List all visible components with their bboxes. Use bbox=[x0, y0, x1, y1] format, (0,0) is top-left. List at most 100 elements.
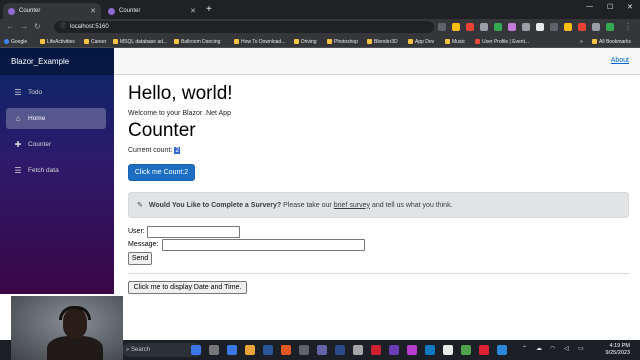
site-info-icon[interactable]: ⓘ bbox=[60, 21, 66, 33]
home-icon: ⌂ bbox=[15, 114, 21, 123]
search-icon: ⌕ bbox=[126, 347, 130, 353]
taskbar-app-icon[interactable] bbox=[191, 345, 201, 355]
taskbar-app-icon[interactable] bbox=[299, 345, 309, 355]
bookmark-item[interactable]: User Profile | Event... bbox=[475, 37, 529, 46]
bookmark-item[interactable]: Ballroom Dancing bbox=[174, 37, 220, 46]
bookmark-item[interactable]: MSQL database ad... bbox=[113, 37, 167, 46]
volume-icon[interactable]: ◁ bbox=[564, 345, 569, 352]
send-button[interactable]: Send bbox=[128, 252, 152, 265]
taskbar-app-icon[interactable] bbox=[479, 345, 489, 355]
sidebar-item-label: Counter bbox=[28, 141, 52, 148]
taskbar-app-icon[interactable] bbox=[407, 345, 417, 355]
bookmark-item[interactable]: Google bbox=[4, 37, 27, 46]
folder-icon bbox=[234, 39, 239, 44]
message-input[interactable] bbox=[162, 239, 365, 251]
cloud-icon[interactable]: ☁ bbox=[536, 345, 542, 352]
extension-icon[interactable] bbox=[592, 23, 600, 31]
bookmark-item[interactable]: Music bbox=[445, 37, 465, 46]
close-tab-icon[interactable]: ✕ bbox=[90, 7, 96, 15]
extension-icon[interactable] bbox=[522, 23, 530, 31]
forward-arrow-icon[interactable]: → bbox=[20, 21, 28, 33]
taskbar-app-icon[interactable] bbox=[281, 345, 291, 355]
bookmark-item[interactable]: Driving bbox=[294, 37, 317, 46]
taskbar-app-icon[interactable] bbox=[317, 345, 327, 355]
page-title: Hello, world! bbox=[128, 83, 233, 104]
taskbar-app-icon[interactable] bbox=[389, 345, 399, 355]
chevron-up-icon[interactable]: ⌃ bbox=[522, 345, 527, 352]
network-icon[interactable]: ◠ bbox=[550, 345, 555, 352]
taskbar-app-icon[interactable] bbox=[443, 345, 453, 355]
taskbar-clock[interactable]: 4:19 PM 9/25/2023 bbox=[590, 343, 630, 357]
survey-title: Would You Like to Complete a Survery? bbox=[148, 201, 282, 209]
user-label: User: bbox=[128, 228, 145, 235]
taskbar-app-icon[interactable] bbox=[245, 345, 255, 355]
bookmarks-bar: Google LifeActivities Career MSQL databa… bbox=[0, 35, 640, 48]
taskbar-search[interactable]: ⌕ Search bbox=[122, 343, 202, 357]
taskbar-app-icon[interactable] bbox=[425, 345, 435, 355]
extension-icon[interactable] bbox=[508, 23, 516, 31]
bookmark-item[interactable]: App Dev bbox=[408, 37, 434, 46]
brief-survey-link[interactable]: brief survey bbox=[334, 202, 370, 209]
bookmark-item[interactable]: Photoshop bbox=[327, 37, 358, 46]
taskbar-app-icon[interactable] bbox=[227, 345, 237, 355]
folder-icon bbox=[40, 39, 45, 44]
user-input[interactable] bbox=[147, 226, 240, 238]
survey-text: and tell us what you think. bbox=[371, 201, 453, 209]
taskbar-search-label: Search bbox=[131, 347, 151, 353]
browser-tab[interactable]: Counter ✕ bbox=[103, 3, 201, 19]
close-tab-icon[interactable]: ✕ bbox=[190, 7, 196, 15]
folder-icon bbox=[408, 39, 413, 44]
browser-menu-icon[interactable]: ⋮ bbox=[624, 21, 632, 33]
taskbar-app-icon[interactable] bbox=[371, 345, 381, 355]
reload-icon[interactable]: ↻ bbox=[34, 21, 41, 33]
taskbar-app-icon[interactable] bbox=[335, 345, 345, 355]
list-icon: ☰ bbox=[14, 88, 22, 97]
sidebar-item-todo[interactable]: ☰ Todo bbox=[6, 82, 106, 103]
taskbar-app-icon[interactable] bbox=[497, 345, 507, 355]
taskbar-app-icon[interactable] bbox=[263, 345, 273, 355]
extension-icon[interactable] bbox=[438, 23, 446, 31]
sidebar-item-fetch-data[interactable]: ☰ Fetch data bbox=[6, 160, 106, 181]
battery-icon[interactable]: ▭ bbox=[578, 345, 584, 352]
headphones bbox=[59, 306, 91, 320]
bookmark-item[interactable]: LifeActivities bbox=[40, 37, 75, 46]
bookmark-item[interactable]: How To Download... bbox=[234, 37, 285, 46]
display-date-time-button[interactable]: Click me to display Date and Time. bbox=[128, 281, 247, 294]
extension-icon[interactable] bbox=[536, 23, 544, 31]
taskbar-app-icon[interactable] bbox=[209, 345, 219, 355]
profile-avatar-icon[interactable] bbox=[606, 23, 614, 31]
bookmark-star-icon[interactable] bbox=[480, 23, 488, 31]
sidebar-item-counter[interactable]: ✚ Counter bbox=[6, 134, 106, 155]
zoom-icon[interactable] bbox=[452, 23, 460, 31]
maximize-button[interactable]: ☐ bbox=[607, 3, 613, 11]
browser-tab[interactable]: Counter ✕ bbox=[3, 3, 101, 19]
message-label: Message: bbox=[128, 241, 159, 248]
app-brand[interactable]: Blazor_Example bbox=[11, 57, 69, 66]
extensions-puzzle-icon[interactable] bbox=[564, 23, 572, 31]
counter-heading: Counter bbox=[128, 120, 196, 141]
share-icon[interactable] bbox=[466, 23, 474, 31]
address-url: localhost:5160 bbox=[70, 24, 109, 30]
taskbar-app-icon[interactable] bbox=[353, 345, 363, 355]
webcam-overlay bbox=[11, 296, 123, 360]
browser-tab-title: Counter bbox=[119, 8, 141, 14]
address-bar[interactable]: ⓘ localhost:5160 bbox=[54, 21, 434, 33]
about-link[interactable]: About bbox=[611, 57, 629, 64]
google-icon[interactable] bbox=[578, 23, 586, 31]
plus-icon: ✚ bbox=[14, 140, 22, 149]
sidebar-item-home[interactable]: ⌂ Home bbox=[6, 108, 106, 129]
click-me-count-button[interactable]: Click me Count:2 bbox=[128, 164, 195, 181]
extension-icon[interactable] bbox=[550, 23, 558, 31]
all-bookmarks-button[interactable]: All Bookmarks bbox=[592, 37, 631, 46]
more-bookmarks-button[interactable]: » bbox=[580, 37, 583, 46]
bookmark-item[interactable]: Career bbox=[84, 37, 106, 46]
new-tab-button[interactable]: + bbox=[206, 4, 212, 16]
taskbar-app-icon[interactable] bbox=[461, 345, 471, 355]
folder-icon bbox=[294, 39, 299, 44]
back-arrow-icon[interactable]: ← bbox=[6, 21, 14, 33]
extension-icon[interactable] bbox=[494, 23, 502, 31]
minimize-button[interactable]: — bbox=[586, 3, 593, 10]
close-window-button[interactable]: ✕ bbox=[627, 3, 633, 11]
welcome-text: Welcome to your Blazor .Net App bbox=[128, 110, 231, 117]
bookmark-item[interactable]: Blender3D bbox=[367, 37, 398, 46]
